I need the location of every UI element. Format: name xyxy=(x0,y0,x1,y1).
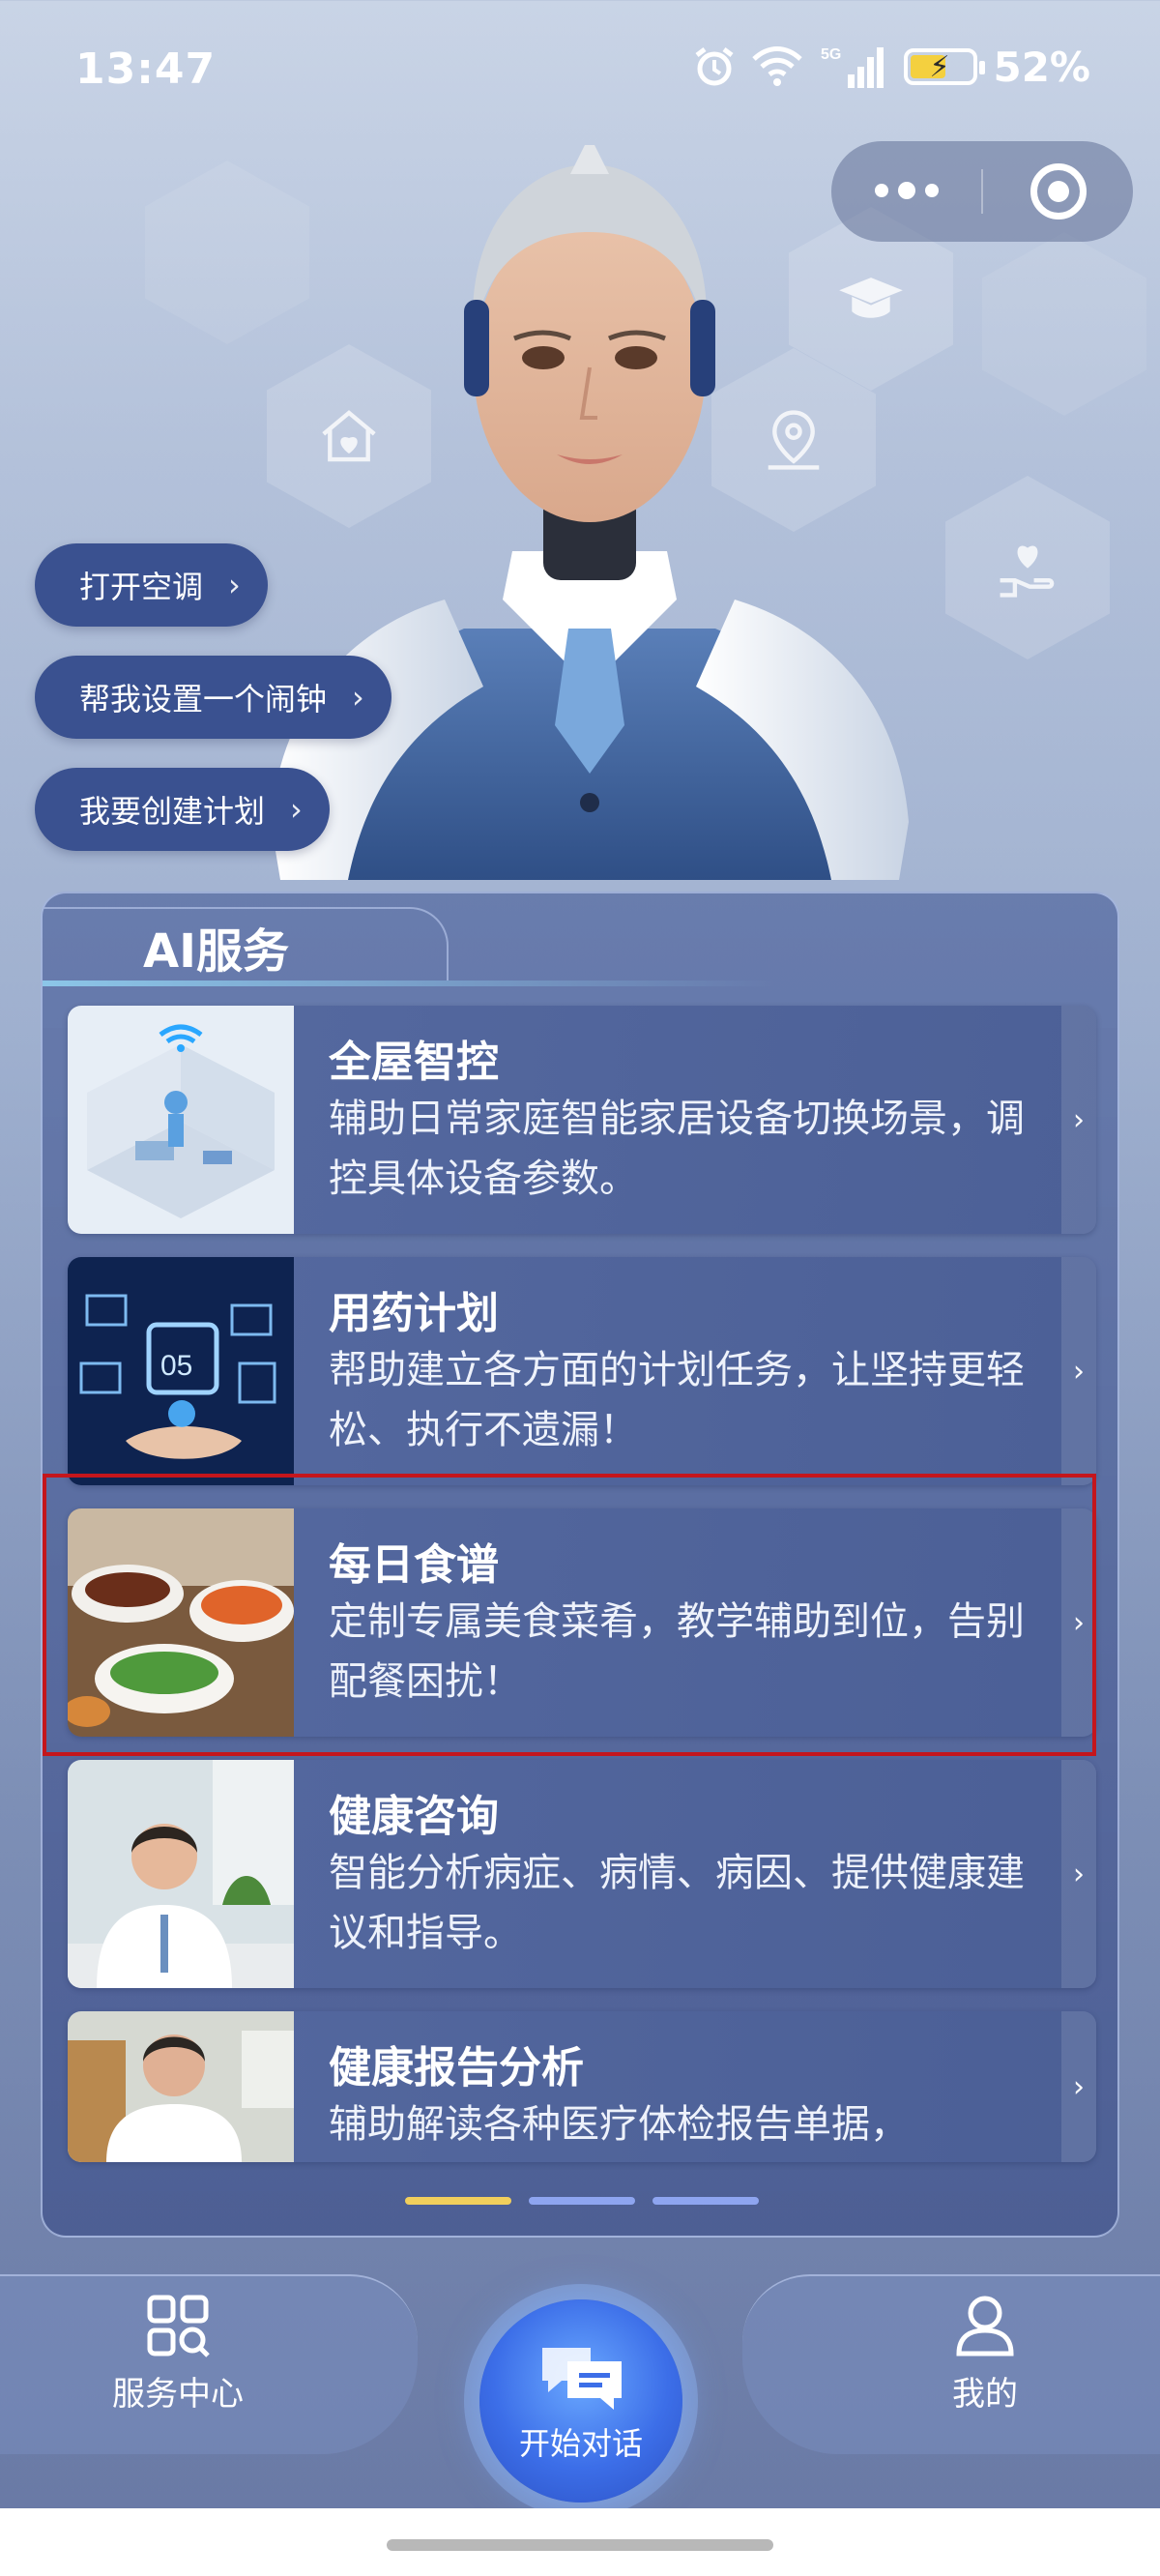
chat-bubble-icon xyxy=(542,2348,622,2410)
quick-action-label: 我要创建计划 xyxy=(79,793,266,830)
panel-title-underline xyxy=(43,981,777,986)
chevron-right-icon: › xyxy=(352,679,364,716)
tab-service-center[interactable]: 服务中心 xyxy=(112,2292,244,2415)
chevron-right-icon: › xyxy=(228,567,241,603)
service-card-title: 全屋智控 xyxy=(329,1038,499,1087)
ai-services-panel: AI服务 全屋智控 辅助日常家庭智能家居设备切换场景，调控具体设备参数。 › 0… xyxy=(41,892,1119,2238)
service-card-desc: 辅助解读各种医疗体检报告单据， xyxy=(329,2102,909,2147)
chevron-right-icon: › xyxy=(1061,1257,1096,1485)
svg-text:05: 05 xyxy=(160,1350,192,1382)
service-card-desc: 定制专属美食菜肴，教学辅助到位，告别配餐困扰！ xyxy=(329,1599,1025,1704)
daily-recipes-image xyxy=(68,1508,294,1737)
care-hex-icon xyxy=(945,476,1110,659)
service-card-smart-home[interactable]: 全屋智控 辅助日常家庭智能家居设备切换场景，调控具体设备参数。 › xyxy=(68,1006,1096,1234)
health-report-image xyxy=(68,2011,294,2162)
start-chat-label: 开始对话 xyxy=(518,2425,643,2462)
home-indicator[interactable] xyxy=(387,2539,773,2551)
status-time: 13:47 xyxy=(75,44,217,94)
chevron-right-icon: › xyxy=(1061,1006,1096,1234)
service-card-desc: 辅助日常家庭智能家居设备切换场景，调控具体设备参数。 xyxy=(329,1097,1025,1201)
status-icons: 5G ⚡ 52% xyxy=(693,43,1090,91)
start-chat-button[interactable]: 开始对话 xyxy=(479,2299,682,2503)
service-card-title: 用药计划 xyxy=(329,1289,499,1338)
battery-icon: ⚡ xyxy=(904,48,986,85)
quick-action-label: 帮我设置一个闹钟 xyxy=(79,681,328,717)
pager-dot[interactable] xyxy=(529,2197,635,2205)
quick-action-ac[interactable]: 打开空调 › xyxy=(35,543,268,627)
service-card-desc: 智能分析病症、病情、病因、提供健康建议和指导。 xyxy=(329,1851,1025,1955)
quick-action-label: 打开空调 xyxy=(79,569,204,605)
svg-text:5G: 5G xyxy=(821,46,841,63)
tab-label: 我的 xyxy=(952,2375,1018,2414)
carousel-pager xyxy=(43,2197,1117,2207)
service-card-title: 健康报告分析 xyxy=(329,2043,584,2093)
quick-action-plan[interactable]: 我要创建计划 › xyxy=(35,768,330,851)
chevron-right-icon: › xyxy=(290,791,303,828)
chevron-right-icon: › xyxy=(1061,1760,1096,1988)
chevron-right-icon: › xyxy=(1061,2011,1096,2162)
ai-robot-avatar xyxy=(271,145,909,880)
tab-profile[interactable]: 我的 xyxy=(951,2292,1019,2415)
bottom-nav: 服务中心 开始对话 我的 xyxy=(0,2274,1160,2508)
target-close-icon xyxy=(1030,163,1087,220)
wifi-icon xyxy=(752,46,803,86)
service-grid-icon xyxy=(147,2295,210,2357)
chevron-right-icon: › xyxy=(1061,1508,1096,1737)
medication-plan-image: 05 xyxy=(68,1257,294,1485)
smart-home-image xyxy=(68,1006,294,1234)
status-bar: 13:47 5G ⚡ 52% xyxy=(0,0,1160,135)
signal-icon: 5G xyxy=(821,46,884,88)
service-card-title: 健康咨询 xyxy=(329,1792,499,1841)
panel-title: AI服务 xyxy=(143,924,290,979)
deco-hex xyxy=(982,232,1146,416)
close-button[interactable] xyxy=(983,141,1133,242)
service-card-health-report[interactable]: 健康报告分析 辅助解读各种医疗体检报告单据， › xyxy=(68,2011,1096,2162)
quick-action-alarm[interactable]: 帮我设置一个闹钟 › xyxy=(35,656,392,739)
health-consult-image xyxy=(68,1760,294,1988)
service-card-health-consult[interactable]: 健康咨询 智能分析病症、病情、病因、提供健康建议和指导。 › xyxy=(68,1760,1096,1988)
pager-dot-active[interactable] xyxy=(405,2197,511,2205)
battery-percent: 52% xyxy=(993,43,1090,91)
service-card-daily-recipes[interactable]: 每日食谱 定制专属美食菜肴，教学辅助到位，告别配餐困扰！ › xyxy=(68,1508,1096,1737)
user-icon xyxy=(956,2296,1014,2356)
service-card-desc: 帮助建立各方面的计划任务，让坚持更轻松、执行不遗漏！ xyxy=(329,1348,1025,1452)
service-card-medication-plan[interactable]: 05 用药计划 帮助建立各方面的计划任务，让坚持更轻松、执行不遗漏！ › xyxy=(68,1257,1096,1485)
alarm-icon xyxy=(695,47,734,86)
tab-label: 服务中心 xyxy=(112,2375,244,2414)
pager-dot[interactable] xyxy=(652,2197,759,2205)
service-card-title: 每日食谱 xyxy=(329,1540,499,1590)
